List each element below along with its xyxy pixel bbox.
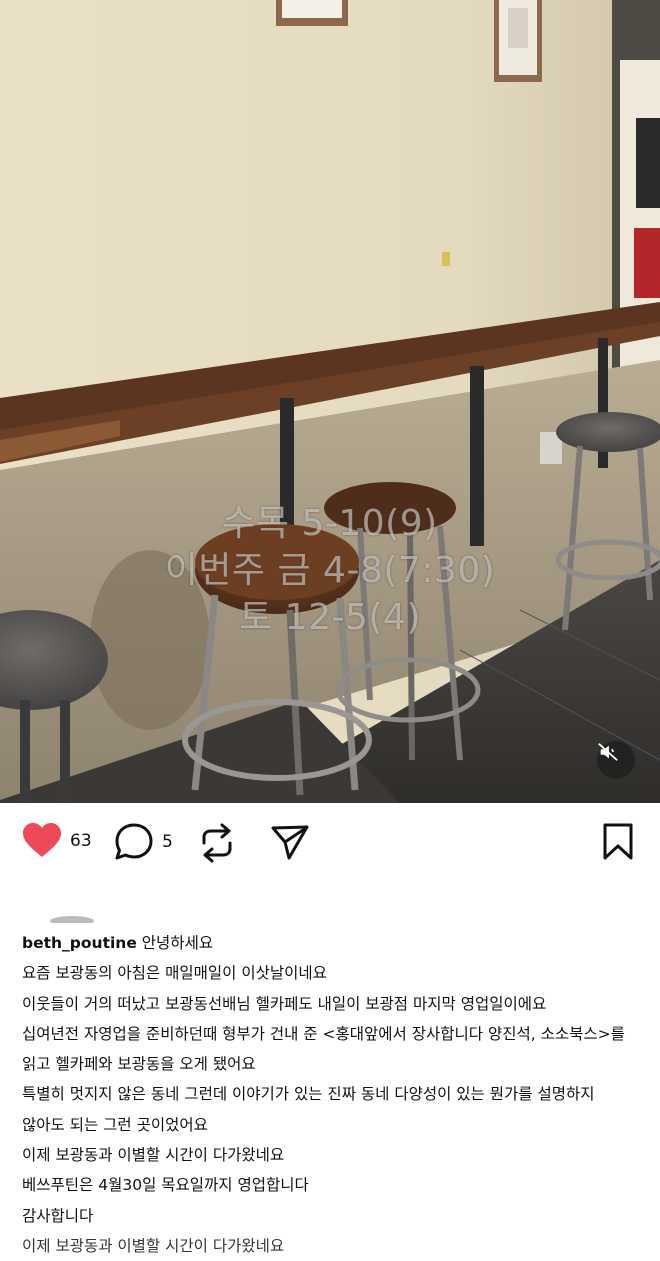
bookmark-icon <box>603 823 633 860</box>
liked-by-avatars[interactable] <box>22 908 262 926</box>
hours-overlay-weekday: 수목 5-10(9) <box>222 503 438 544</box>
caption-line: 특별히 멋지지 않은 동네 그런데 이야기가 있는 진짜 동네 다양성이 있는 … <box>22 1085 595 1104</box>
repost-icon <box>202 823 232 863</box>
caption-line: 요즘 보광동의 아침은 매일매일이 이삿날이네요 <box>22 964 327 983</box>
comment-icon <box>115 823 153 860</box>
caption-line: 이제 보광동과 이별할 시간이 다가왔네요 <box>22 1146 285 1165</box>
comment-count: 5 <box>162 832 173 852</box>
hours-overlay-friday: 이번주 금 4-8(7:30) <box>164 550 496 591</box>
caption-line: 읽고 헬카페와 보광동을 오게 됐어요 <box>22 1055 256 1074</box>
caption-line: 감사합니다 <box>22 1206 94 1225</box>
comment-button[interactable]: 5 <box>114 823 173 861</box>
post-caption: beth_poutine 안녕하세요 요즘 보광동의 아침은 매일매일이 이삿날… <box>22 928 642 1261</box>
post-media[interactable]: 수목 5-10(9) 이번주 금 4-8(7:30) 토 12-5(4) <box>0 0 660 803</box>
mute-toggle-button[interactable] <box>597 741 635 779</box>
send-icon <box>271 825 309 860</box>
repost-button[interactable] <box>199 823 235 863</box>
heart-icon <box>23 823 61 857</box>
post-action-bar: 63 5 <box>0 803 660 883</box>
caption-line-cutoff: 이제 보광동과 이별할 시간이 다가왔네요 <box>22 1236 285 1255</box>
caption-line: 베쓰푸틴은 4월30일 목요일까지 영업합니다 <box>22 1176 309 1195</box>
save-button[interactable] <box>602 823 634 861</box>
hours-overlay-saturday: 토 12-5(4) <box>239 597 421 638</box>
like-button[interactable]: 63 <box>22 823 92 859</box>
speaker-muted-icon <box>598 743 618 761</box>
caption-line: 안녕하세요 <box>141 934 214 952</box>
like-count: 63 <box>70 831 92 851</box>
caption-first-line: beth_poutine 안녕하세요 <box>22 928 642 958</box>
caption-line: 이웃들이 거의 떠났고 보광동선배님 헬카페도 내일이 보광점 마지막 영업일이… <box>22 994 547 1013</box>
caption-line: 십여년전 자영업을 준비하던때 형부가 건내 준 <홍대앞에서 장사합니다 양진… <box>22 1024 625 1043</box>
cafe-photo <box>0 0 660 803</box>
share-button[interactable] <box>270 823 310 861</box>
caption-line: 않아도 되는 그런 곳이었어요 <box>22 1115 208 1134</box>
username[interactable]: beth_poutine <box>22 934 137 952</box>
